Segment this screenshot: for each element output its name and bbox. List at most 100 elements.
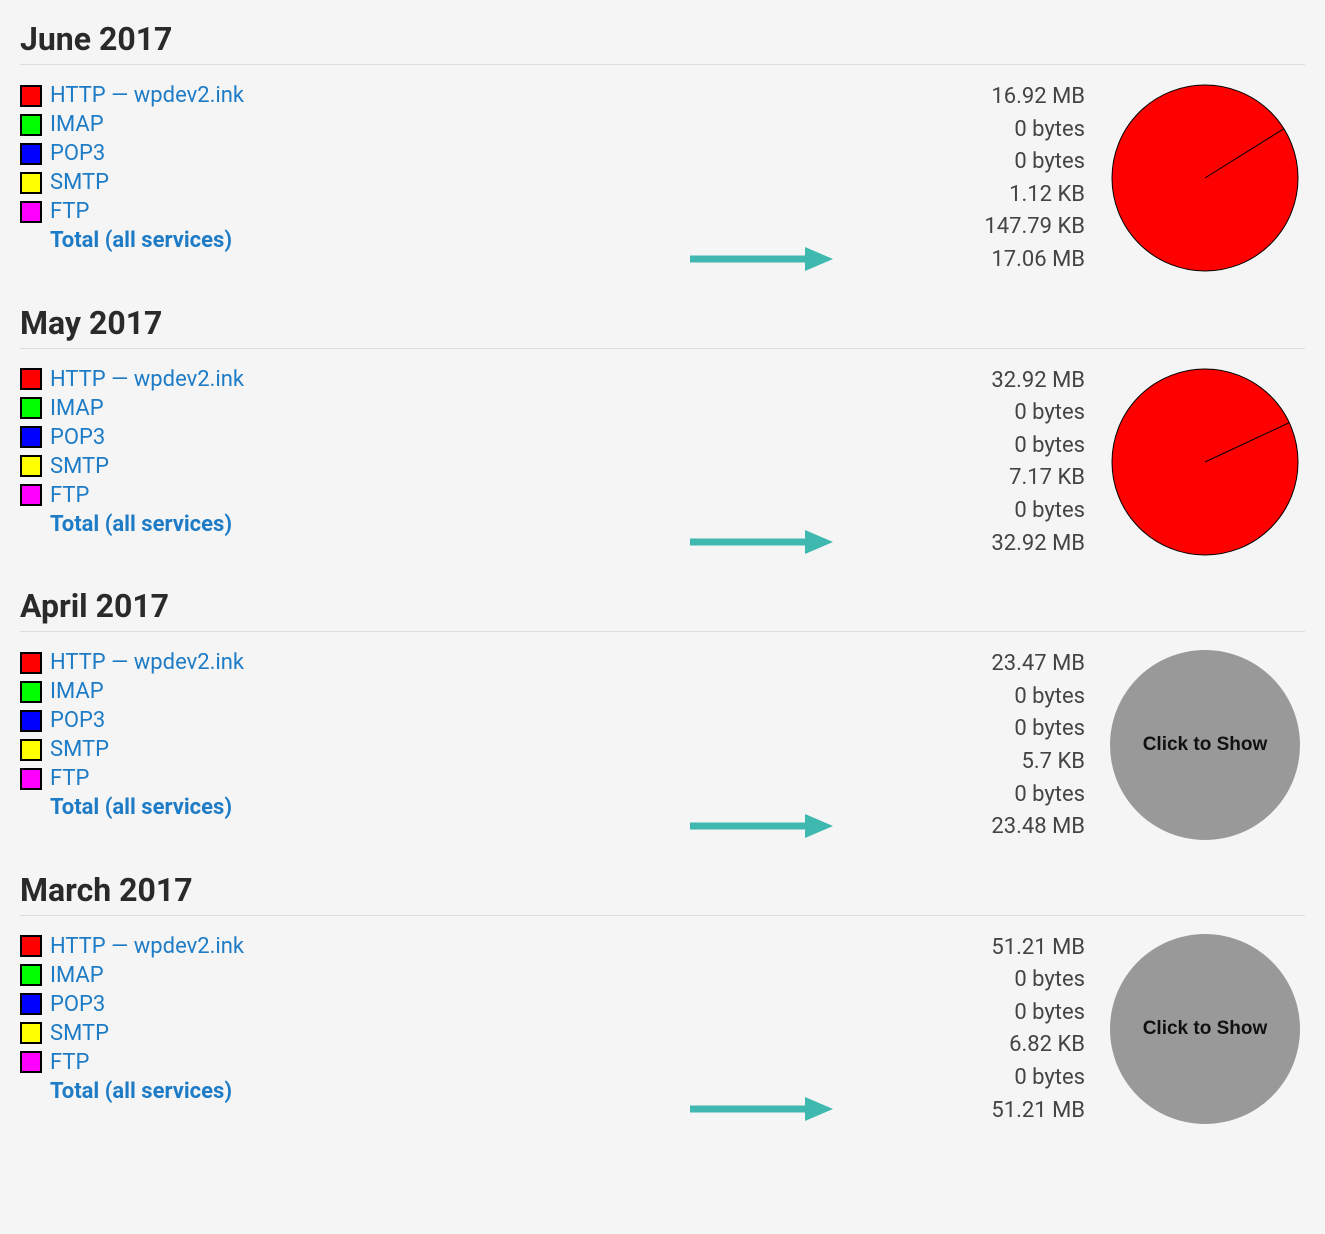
month-title: April 2017	[20, 587, 1305, 632]
value-ftp: 147.79 KB	[855, 213, 1085, 242]
value-imap: 0 bytes	[855, 966, 1085, 995]
imap-link[interactable]: IMAP	[50, 112, 104, 137]
legend-row-ftp: FTP	[20, 199, 660, 224]
swatch-ftp-icon	[20, 1051, 42, 1073]
value-smtp: 5.7 KB	[855, 748, 1085, 777]
legend-row-smtp: SMTP	[20, 1021, 660, 1046]
value-pop3: 0 bytes	[855, 715, 1085, 744]
legend-row-imap: IMAP	[20, 112, 660, 137]
value-ftp: 0 bytes	[855, 781, 1085, 810]
pop3-link[interactable]: POP3	[50, 708, 105, 733]
legend-row-total: Total (all services)	[20, 512, 660, 537]
legend-row-ftp: FTP	[20, 766, 660, 791]
value-total: 51.21 MB	[855, 1097, 1085, 1126]
month-title: May 2017	[20, 304, 1305, 349]
imap-link[interactable]: IMAP	[50, 679, 104, 704]
http-link[interactable]: HTTP — wpdev2.ink	[50, 650, 244, 675]
value-imap: 0 bytes	[855, 683, 1085, 712]
swatch-http-icon	[20, 652, 42, 674]
imap-link[interactable]: IMAP	[50, 396, 104, 421]
value-http: 23.47 MB	[855, 650, 1085, 679]
value-pop3: 0 bytes	[855, 148, 1085, 177]
swatch-http-icon	[20, 935, 42, 957]
value-ftp: 0 bytes	[855, 1064, 1085, 1093]
total-label: Total (all services)	[50, 512, 232, 537]
swatch-smtp-icon	[20, 455, 42, 477]
pop3-link[interactable]: POP3	[50, 425, 105, 450]
value-smtp: 6.82 KB	[855, 1031, 1085, 1060]
ftp-link[interactable]: FTP	[50, 483, 89, 508]
legend-row-imap: IMAP	[20, 963, 660, 988]
month-title: March 2017	[20, 871, 1305, 916]
arrow-column	[680, 650, 835, 846]
swatch-imap-icon	[20, 681, 42, 703]
click-to-show-button[interactable]: Click to Show	[1110, 934, 1300, 1124]
month-section: March 2017 HTTP — wpdev2.ink IMAP POP3 S…	[20, 871, 1305, 1130]
swatch-smtp-icon	[20, 172, 42, 194]
legend-row-smtp: SMTP	[20, 454, 660, 479]
pop3-link[interactable]: POP3	[50, 141, 105, 166]
arrow-right-icon	[685, 812, 835, 840]
legend-row-ftp: FTP	[20, 1050, 660, 1075]
swatch-imap-icon	[20, 397, 42, 419]
http-link[interactable]: HTTP — wpdev2.ink	[50, 934, 244, 959]
month-section: April 2017 HTTP — wpdev2.ink IMAP POP3 S…	[20, 587, 1305, 846]
swatch-imap-icon	[20, 964, 42, 986]
total-label: Total (all services)	[50, 1079, 232, 1104]
http-link[interactable]: HTTP — wpdev2.ink	[50, 367, 244, 392]
legend-row-total: Total (all services)	[20, 795, 660, 820]
smtp-link[interactable]: SMTP	[50, 454, 109, 479]
legend-row-total: Total (all services)	[20, 228, 660, 253]
values-column: 23.47 MB 0 bytes 0 bytes 5.7 KB 0 bytes …	[855, 650, 1085, 846]
legend-row-smtp: SMTP	[20, 170, 660, 195]
chart-column	[1105, 367, 1305, 557]
ftp-link[interactable]: FTP	[50, 1050, 89, 1075]
legend-column: HTTP — wpdev2.ink IMAP POP3 SMTP FTP	[20, 367, 660, 541]
value-total: 17.06 MB	[855, 246, 1085, 275]
legend-column: HTTP — wpdev2.ink IMAP POP3 SMTP FTP	[20, 934, 660, 1108]
legend-row-http: HTTP — wpdev2.ink	[20, 367, 660, 392]
arrow-column	[680, 367, 835, 563]
swatch-http-icon	[20, 368, 42, 390]
pie-chart	[1110, 367, 1300, 557]
legend-row-pop3: POP3	[20, 425, 660, 450]
click-to-show-label: Click to Show	[1143, 1018, 1268, 1040]
value-smtp: 1.12 KB	[855, 181, 1085, 210]
smtp-link[interactable]: SMTP	[50, 737, 109, 762]
values-column: 32.92 MB 0 bytes 0 bytes 7.17 KB 0 bytes…	[855, 367, 1085, 563]
value-total: 23.48 MB	[855, 813, 1085, 842]
value-pop3: 0 bytes	[855, 432, 1085, 461]
value-pop3: 0 bytes	[855, 999, 1085, 1028]
swatch-smtp-icon	[20, 739, 42, 761]
swatch-pop3-icon	[20, 710, 42, 732]
month-section: June 2017 HTTP — wpdev2.ink IMAP POP3 SM…	[20, 20, 1305, 279]
legend-row-http: HTTP — wpdev2.ink	[20, 650, 660, 675]
imap-link[interactable]: IMAP	[50, 963, 104, 988]
legend-row-http: HTTP — wpdev2.ink	[20, 83, 660, 108]
month-section: May 2017 HTTP — wpdev2.ink IMAP POP3 SMT…	[20, 304, 1305, 563]
ftp-link[interactable]: FTP	[50, 766, 89, 791]
legend-column: HTTP — wpdev2.ink IMAP POP3 SMTP FTP	[20, 83, 660, 257]
arrow-column	[680, 83, 835, 279]
swatch-pop3-icon	[20, 993, 42, 1015]
chart-column	[1105, 83, 1305, 273]
value-imap: 0 bytes	[855, 116, 1085, 145]
ftp-link[interactable]: FTP	[50, 199, 89, 224]
smtp-link[interactable]: SMTP	[50, 170, 109, 195]
chart-column: Click to Show	[1105, 650, 1305, 840]
value-ftp: 0 bytes	[855, 497, 1085, 526]
value-http: 51.21 MB	[855, 934, 1085, 963]
arrow-column	[680, 934, 835, 1130]
legend-row-pop3: POP3	[20, 992, 660, 1017]
arrow-right-icon	[685, 528, 835, 556]
arrow-right-icon	[685, 1095, 835, 1123]
swatch-pop3-icon	[20, 143, 42, 165]
pop3-link[interactable]: POP3	[50, 992, 105, 1017]
swatch-http-icon	[20, 85, 42, 107]
pie-chart	[1110, 83, 1300, 273]
click-to-show-label: Click to Show	[1143, 734, 1268, 756]
click-to-show-button[interactable]: Click to Show	[1110, 650, 1300, 840]
smtp-link[interactable]: SMTP	[50, 1021, 109, 1046]
http-link[interactable]: HTTP — wpdev2.ink	[50, 83, 244, 108]
legend-row-http: HTTP — wpdev2.ink	[20, 934, 660, 959]
